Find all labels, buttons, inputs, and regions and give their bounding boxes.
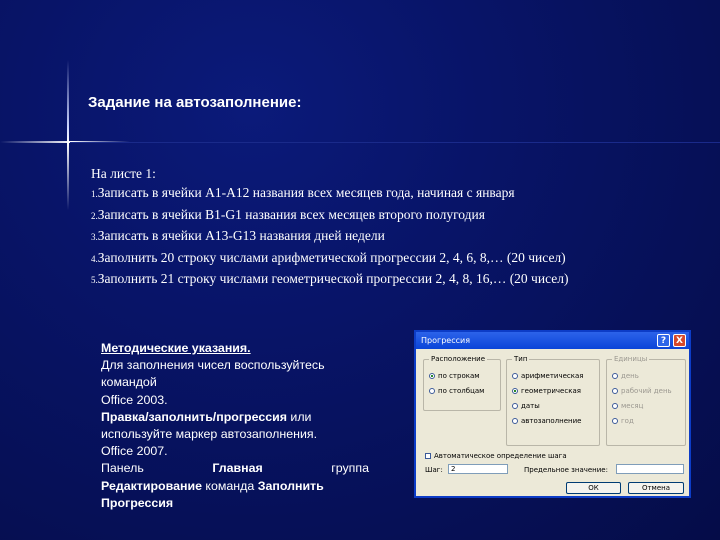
- divider-line: [70, 142, 720, 143]
- task-item-4: 4.Заполнить 20 строку числами арифметиче…: [91, 249, 566, 265]
- task-item-1: 1.Записать в ячейки А1-А12 названия всех…: [91, 185, 515, 201]
- ok-button[interactable]: ОК: [566, 482, 621, 494]
- dialog-title: Прогрессия: [421, 336, 470, 345]
- task-item-5: 5.Заполнить 21 строку числами геометриче…: [91, 271, 569, 287]
- radio-day[interactable]: день: [612, 372, 639, 380]
- radio-dates[interactable]: даты: [512, 402, 540, 410]
- units-group: Единицы день рабочий день месяц год: [606, 355, 686, 446]
- location-group-label: Расположение: [429, 355, 488, 363]
- radio-by-rows[interactable]: по строкам: [429, 372, 480, 380]
- sparkle-vertical-line: [67, 60, 69, 210]
- notes-line-3: Правка/заполнить/прогрессия или использу…: [101, 409, 318, 442]
- type-group-label: Тип: [512, 355, 530, 363]
- step-label: Шаг:: [425, 466, 443, 474]
- radio-year[interactable]: год: [612, 417, 634, 425]
- limit-label: Предельное значение:: [524, 466, 608, 474]
- notes-line-6: Редактирование команда Заполнить: [101, 478, 324, 493]
- radio-month[interactable]: месяц: [612, 402, 643, 410]
- slide-title: Задание на автозаполнение:: [88, 94, 302, 111]
- progression-dialog: Прогрессия ? X Расположение по строкам п…: [414, 330, 691, 498]
- method-notes: Методические указания. Для заполнения чи…: [101, 340, 369, 512]
- cancel-button[interactable]: Отмена: [628, 482, 684, 494]
- notes-line-1: Для заполнения чисел воспользуйтесь кома…: [101, 358, 325, 390]
- units-group-label: Единицы: [612, 355, 650, 363]
- step-input[interactable]: 2: [448, 464, 508, 474]
- notes-line-5: Панель Главная группа: [101, 461, 369, 476]
- notes-line-4: Office 2007.: [101, 444, 168, 459]
- radio-arithmetic[interactable]: арифметическая: [512, 372, 584, 380]
- radio-autofill[interactable]: автозаполнение: [512, 417, 581, 425]
- task-intro: На листе 1:: [91, 166, 156, 181]
- auto-step-checkbox[interactable]: Автоматическое определение шага: [425, 452, 567, 460]
- task-item-3: 3.Записать в ячейки А13-G13 названия дне…: [91, 228, 385, 244]
- notes-heading: Методические указания.: [101, 341, 251, 355]
- limit-input[interactable]: [616, 464, 684, 474]
- radio-workday[interactable]: рабочий день: [612, 387, 672, 395]
- notes-line-7: Прогрессия: [101, 495, 174, 510]
- task-item-2: 2.Записать в ячейки В1-G1 названия всех …: [91, 206, 485, 222]
- radio-by-columns[interactable]: по столбцам: [429, 387, 484, 395]
- type-group: Тип арифметическая геометрическая даты а…: [506, 355, 600, 446]
- notes-line-2: Office 2003.: [101, 392, 168, 407]
- dialog-titlebar: Прогрессия ? X: [416, 332, 689, 349]
- help-button[interactable]: ?: [657, 334, 670, 347]
- task-text: На листе 1: 1.Записать в ячейки А1-А12 н…: [91, 164, 651, 290]
- radio-geometric[interactable]: геометрическая: [512, 387, 581, 395]
- location-group: Расположение по строкам по столбцам: [423, 355, 501, 411]
- close-button[interactable]: X: [673, 334, 686, 347]
